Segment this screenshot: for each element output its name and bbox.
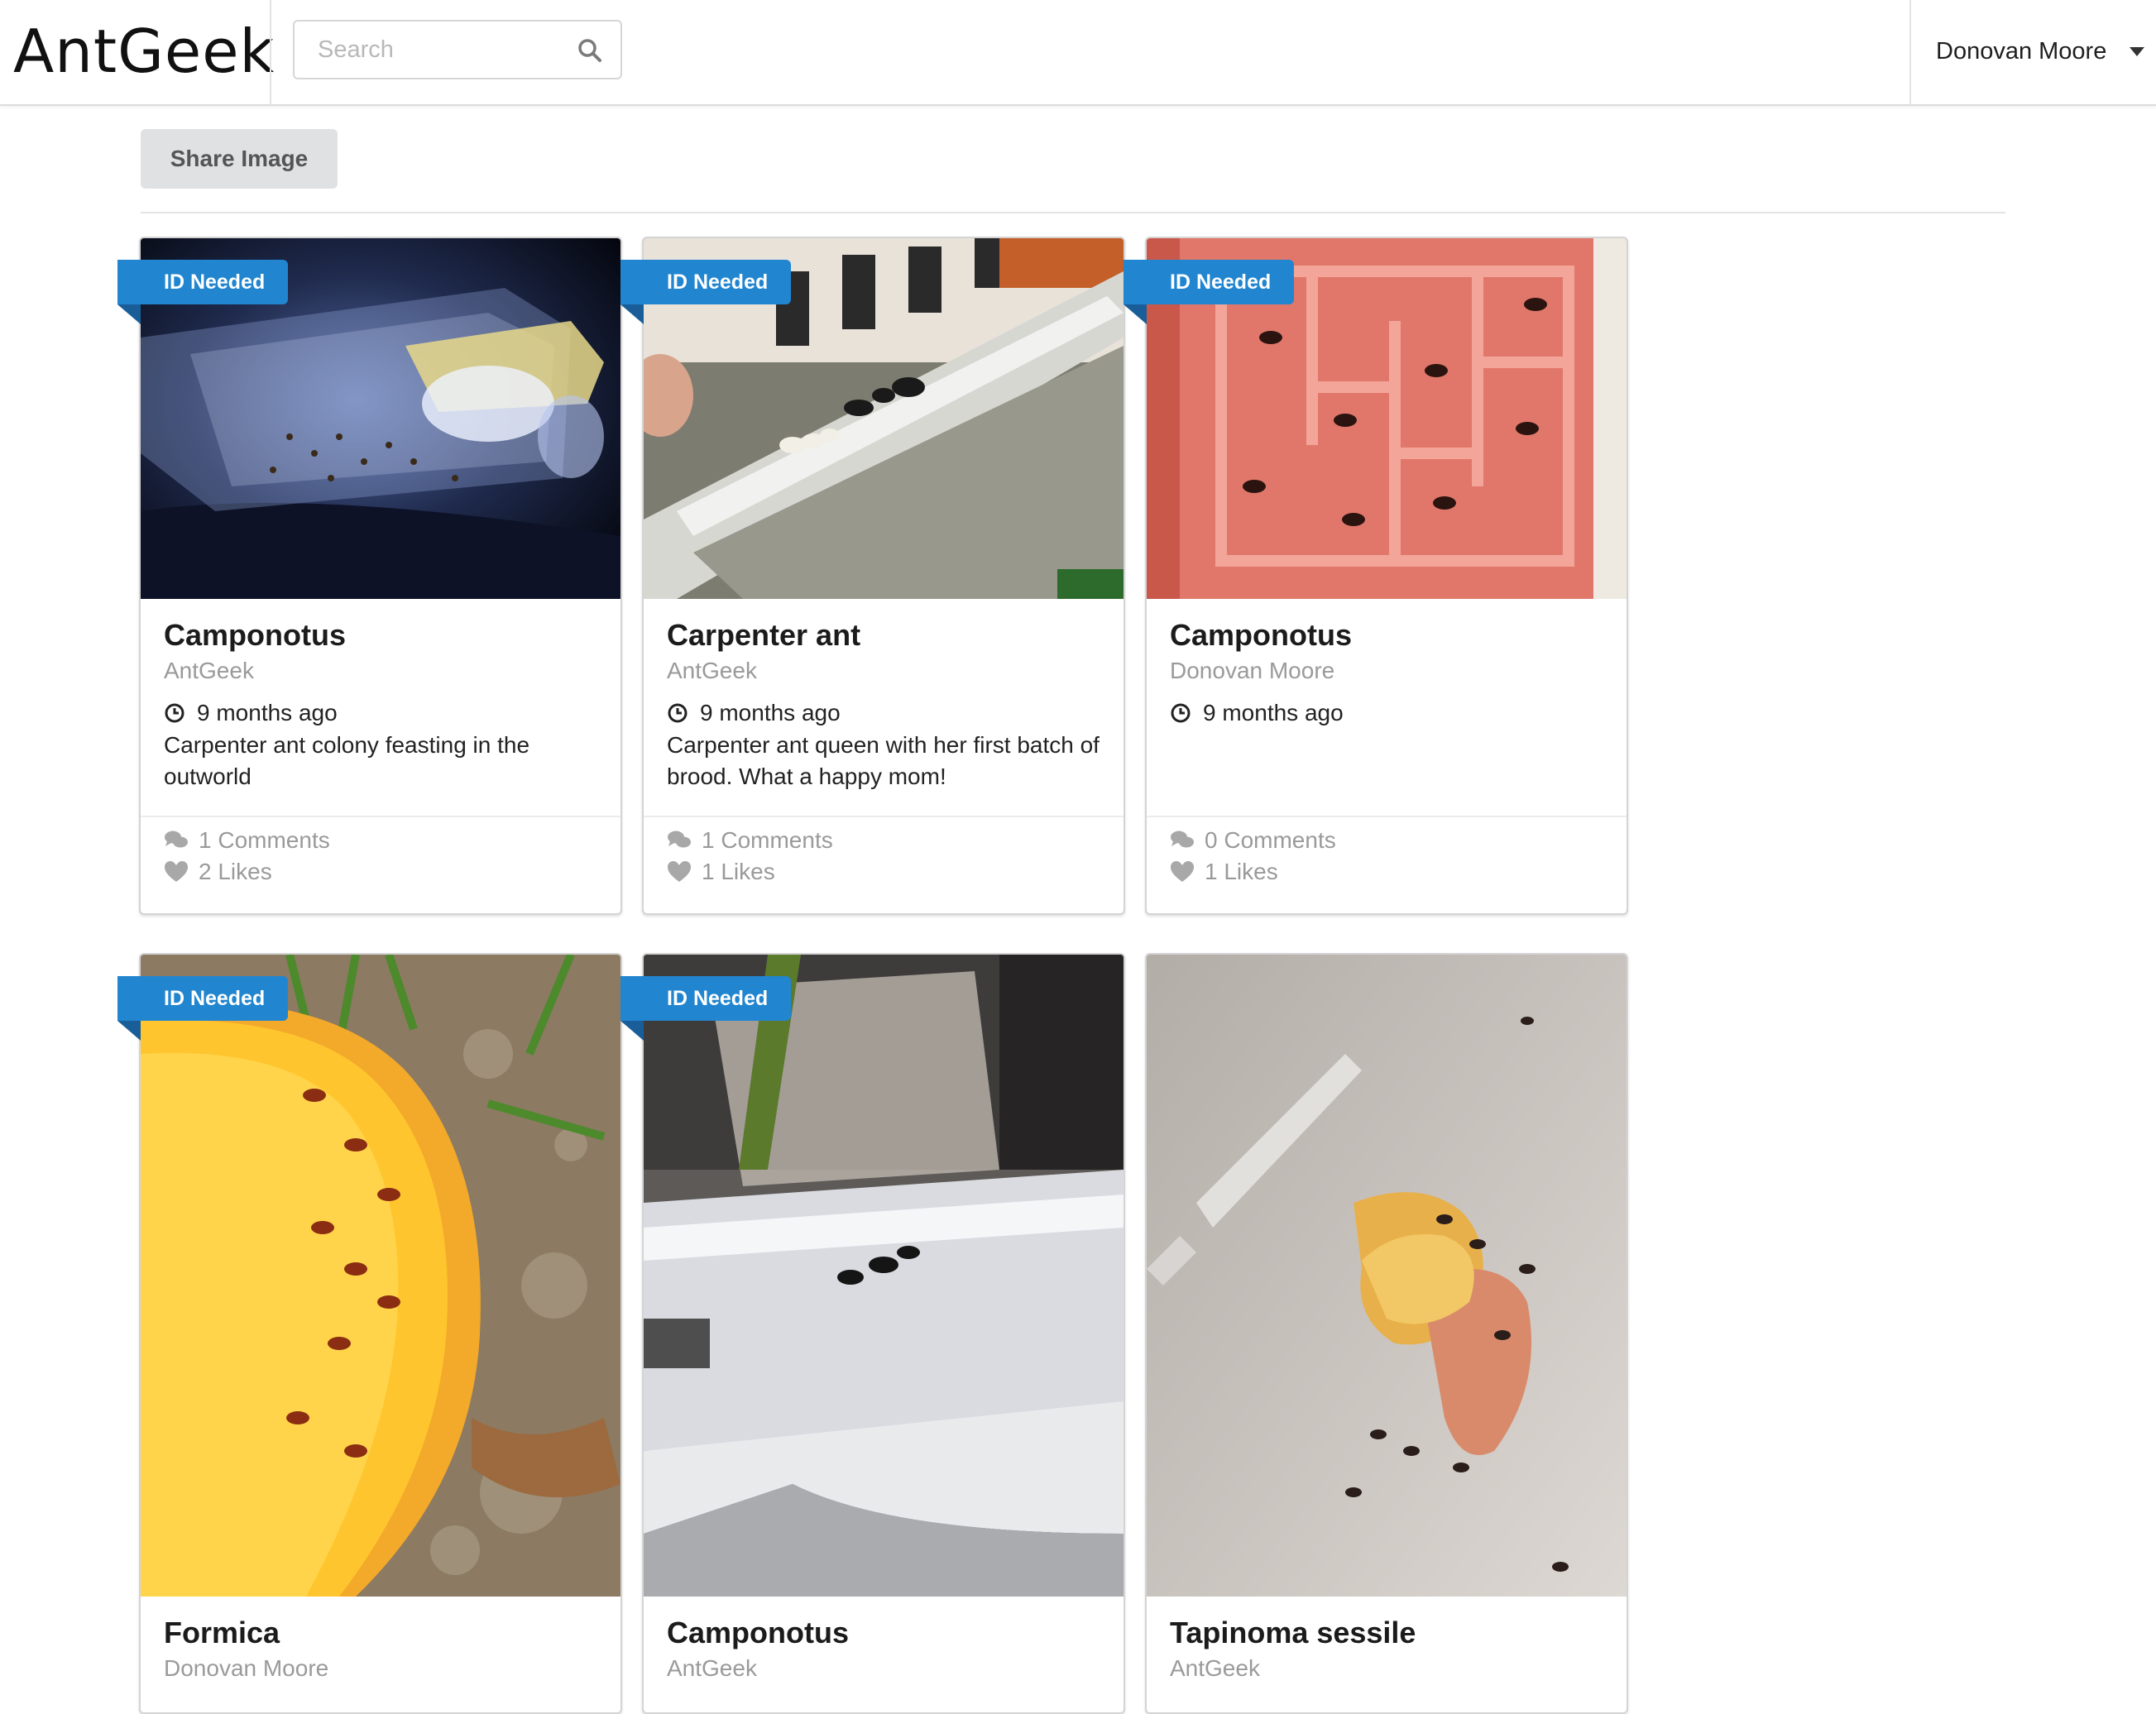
card-time: 9 months ago <box>667 698 1100 728</box>
likes-count[interactable]: 2 Likes <box>164 859 272 885</box>
card-photo[interactable] <box>644 955 1124 1597</box>
likes-count[interactable]: 1 Likes <box>667 859 775 885</box>
card-footer: 1 Comments 2 Likes <box>141 816 620 913</box>
card-title[interactable]: Tapinoma sessile <box>1170 1615 1603 1651</box>
comments-icon <box>165 831 188 848</box>
section-divider <box>141 212 2005 213</box>
card-footer: 0 Comments 1 Likes <box>1147 816 1627 913</box>
card-title[interactable]: Camponotus <box>164 617 597 654</box>
image-card[interactable]: ID Needed Camponotus AntGeek <box>620 953 1125 1714</box>
card-time-text: 9 months ago <box>197 700 338 725</box>
clock-icon <box>165 703 184 723</box>
app-logo[interactable]: AntGeek <box>13 15 275 88</box>
card-author[interactable]: Donovan Moore <box>1170 655 1603 687</box>
id-needed-badge: ID Needed <box>1124 260 1295 324</box>
likes-count[interactable]: 1 Likes <box>1170 859 1278 885</box>
card-title[interactable]: Formica <box>164 1615 597 1651</box>
card-photo[interactable] <box>141 955 620 1597</box>
user-name: Donovan Moore <box>1936 37 2107 65</box>
id-needed-badge: ID Needed <box>117 976 289 1041</box>
heart-icon <box>668 861 691 882</box>
share-image-button[interactable]: Share Image <box>141 129 338 189</box>
logo-divider <box>270 0 271 104</box>
card-title[interactable]: Camponotus <box>667 1615 1100 1651</box>
comments-count[interactable]: 1 Comments <box>164 827 330 854</box>
top-navbar: AntGeek Donovan Moore <box>0 0 2156 106</box>
card-title[interactable]: Camponotus <box>1170 617 1603 654</box>
card-author[interactable]: AntGeek <box>667 655 1100 687</box>
search-icon[interactable] <box>576 36 604 65</box>
id-needed-badge: ID Needed <box>117 260 289 324</box>
search-box[interactable] <box>293 20 622 79</box>
user-menu[interactable]: Donovan Moore <box>1936 30 2145 73</box>
heart-icon <box>1171 861 1194 882</box>
card-description: Carpenter ant colony feasting in the out… <box>164 732 530 789</box>
image-card[interactable]: ID Needed Formica Donovan Moore <box>117 953 622 1714</box>
card-author[interactable]: AntGeek <box>1170 1653 1603 1684</box>
likes-text: 2 Likes <box>199 859 272 884</box>
card-author[interactable]: AntGeek <box>667 1653 1100 1684</box>
card-photo[interactable] <box>1147 955 1627 1597</box>
comments-count[interactable]: 0 Comments <box>1170 827 1336 854</box>
comments-icon <box>1171 831 1194 848</box>
card-footer: 1 Comments 1 Likes <box>644 816 1124 913</box>
clock-icon <box>668 703 688 723</box>
likes-text: 1 Likes <box>702 859 775 884</box>
id-needed-badge: ID Needed <box>620 260 792 324</box>
image-card[interactable]: Tapinoma sessile AntGeek <box>1145 953 1628 1714</box>
card-time-text: 9 months ago <box>1203 700 1344 725</box>
likes-text: 1 Likes <box>1205 859 1278 884</box>
comments-icon <box>668 831 691 848</box>
image-card[interactable]: ID Needed Camponotus Donovan Moore 9 mon… <box>1124 237 1628 915</box>
card-title[interactable]: Carpenter ant <box>667 617 1100 654</box>
comments-text: 1 Comments <box>702 827 833 853</box>
comments-count[interactable]: 1 Comments <box>667 827 833 854</box>
clock-icon <box>1171 703 1191 723</box>
heart-icon <box>165 861 188 882</box>
chevron-down-icon <box>2130 46 2145 56</box>
card-author[interactable]: AntGeek <box>164 655 597 687</box>
image-card[interactable]: ID Needed Carpenter ant AntGeek 9 months… <box>620 237 1125 915</box>
image-card[interactable]: ID Needed Camponotus AntGeek <box>117 237 622 915</box>
card-author[interactable]: Donovan Moore <box>164 1653 597 1684</box>
card-time: 9 months ago <box>164 698 597 728</box>
card-description: Carpenter ant queen with her first batch… <box>667 732 1100 789</box>
card-time-text: 9 months ago <box>700 700 841 725</box>
user-menu-divider <box>1909 0 1911 104</box>
id-needed-badge: ID Needed <box>620 976 792 1041</box>
comments-text: 1 Comments <box>199 827 330 853</box>
comments-text: 0 Comments <box>1205 827 1336 853</box>
search-input[interactable] <box>295 22 568 78</box>
card-time: 9 months ago <box>1170 698 1603 728</box>
